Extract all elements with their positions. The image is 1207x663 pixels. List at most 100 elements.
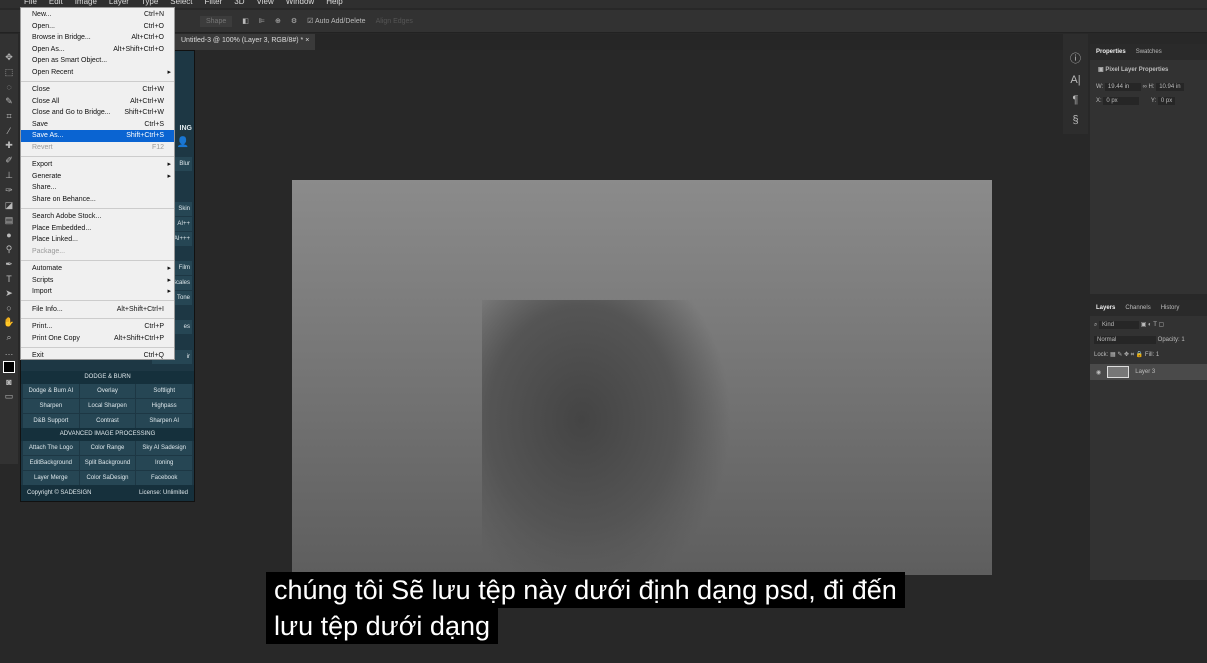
quick-select-icon[interactable]: ✎ (5, 96, 13, 107)
paragraph-icon[interactable]: ¶ (1073, 94, 1079, 106)
menu-item-close[interactable]: Close Ctrl+W (21, 84, 174, 96)
menu-view[interactable]: View (257, 0, 274, 8)
history-brush-icon[interactable]: ✑ (5, 185, 13, 196)
plugin-button[interactable]: Layer Merge (23, 471, 79, 485)
user-icon[interactable]: 👤 (177, 137, 189, 148)
plugin-button[interactable]: Split Background (79, 456, 136, 470)
plugin-button[interactable]: D&B Support (23, 414, 79, 428)
plugin-icon[interactable]: § (1072, 114, 1078, 126)
gear-icon[interactable]: ⚙ (291, 17, 297, 25)
menu-item-package[interactable]: Package... (21, 246, 174, 258)
opacity-label[interactable]: Opacity: 1 (1158, 337, 1185, 343)
stamp-icon[interactable]: ⊥ (5, 170, 13, 181)
auto-add-checkbox[interactable]: ☑ Auto Add/Delete (307, 17, 365, 25)
width-field[interactable]: 19.44 in (1104, 83, 1141, 91)
plugin-button[interactable]: Sharpen (23, 399, 79, 413)
menu-item-place-linked[interactable]: Place Linked... (21, 234, 174, 246)
zoom-icon[interactable]: ⌕ (6, 332, 11, 343)
plugin-button[interactable]: Sharpen AI (136, 414, 192, 428)
plugin-button[interactable]: Ironing (136, 456, 192, 470)
menu-item-save-as[interactable]: Save As... Shift+Ctrl+S (21, 130, 174, 142)
tab-channels[interactable]: Channels (1125, 305, 1150, 311)
menu-filter[interactable]: Filter (205, 0, 223, 8)
plugin-button[interactable]: Color Range (79, 441, 136, 455)
more-icon[interactable]: … (5, 347, 14, 357)
path-select-icon[interactable]: ➤ (5, 288, 13, 299)
color-swatches[interactable] (3, 361, 15, 373)
fill-label[interactable]: Fill: 1 (1145, 352, 1159, 358)
plugin-button[interactable]: EditBackground (23, 456, 79, 470)
shape-button[interactable]: Shape (200, 15, 233, 27)
plugin-button[interactable]: Color SaDesign (79, 471, 136, 485)
menu-item-share[interactable]: Share... (21, 182, 174, 194)
menu-item-search-adobe-stock[interactable]: Search Adobe Stock... (21, 211, 174, 223)
character-icon[interactable]: A| (1070, 74, 1080, 86)
menu-item-generate[interactable]: Generate ▸ (21, 171, 174, 183)
plugin-button[interactable]: Local Sharpen (79, 399, 136, 413)
move-tool-icon[interactable]: ✥ (5, 52, 13, 63)
arrange-icon[interactable]: ⊕ (275, 17, 281, 25)
menu-item-save[interactable]: Save Ctrl+S (21, 119, 174, 131)
menu-item-open-as[interactable]: Open As... Alt+Shift+Ctrl+O (21, 44, 174, 56)
tab-layers[interactable]: Layers (1096, 305, 1115, 311)
plugin-button[interactable]: Contrast (79, 414, 136, 428)
plugin-button[interactable]: Overlay (79, 384, 136, 398)
crop-tool-icon[interactable]: ⌗ (6, 111, 11, 122)
menu-item-file-info[interactable]: File Info... Alt+Shift+Ctrl+I (21, 304, 174, 316)
menu-item-print-one-copy[interactable]: Print One Copy Alt+Shift+Ctrl+P (21, 333, 174, 345)
quick-mask-icon[interactable]: ◙ (6, 377, 11, 387)
dodge-icon[interactable]: ⚲ (6, 244, 13, 255)
menu-item-new[interactable]: New... Ctrl+N (21, 9, 174, 21)
menu-item-share-on-behance[interactable]: Share on Behance... (21, 194, 174, 206)
path-ops-icon[interactable]: ◧ (242, 17, 249, 25)
screen-mode-icon[interactable]: ▭ (5, 391, 14, 402)
align-icon[interactable]: ⊫ (259, 17, 265, 25)
healing-icon[interactable]: ✚ (5, 140, 13, 151)
menu-item-print[interactable]: Print... Ctrl+P (21, 321, 174, 333)
menu-3d[interactable]: 3D (234, 0, 244, 8)
tab-swatches[interactable]: Swatches (1136, 49, 1162, 55)
menu-item-automate[interactable]: Automate ▸ (21, 263, 174, 275)
menu-item-open-recent[interactable]: Open Recent ▸ (21, 67, 174, 79)
marquee-tool-icon[interactable]: ⬚ (5, 67, 14, 78)
brush-icon[interactable]: ✐ (5, 155, 13, 166)
tab-properties[interactable]: Properties (1096, 49, 1126, 55)
hand-icon[interactable]: ✋ (3, 317, 14, 328)
document-tab[interactable]: Untitled-3 @ 100% (Layer 3, RGB/8#) * × (175, 34, 316, 50)
plugin-button[interactable]: Sky AI Sadesign (136, 441, 192, 455)
menu-item-export[interactable]: Export ▸ (21, 159, 174, 171)
blur-icon[interactable]: ● (6, 230, 11, 240)
link-icon[interactable]: ∞ (1143, 84, 1147, 90)
eye-icon[interactable]: ◉ (1096, 369, 1101, 376)
pen-icon[interactable]: ✒ (5, 259, 13, 270)
menu-item-close-and-go-to-bridge[interactable]: Close and Go to Bridge... Shift+Ctrl+W (21, 107, 174, 119)
menu-item-scripts[interactable]: Scripts ▸ (21, 275, 174, 287)
menu-item-place-embedded[interactable]: Place Embedded... (21, 223, 174, 235)
layer-row[interactable]: ◉ Layer 3 (1090, 364, 1207, 380)
kind-filter[interactable]: Kind (1099, 321, 1140, 329)
menu-item-close-all[interactable]: Close All Alt+Ctrl+W (21, 96, 174, 108)
plugin-button[interactable]: Highpass (136, 399, 192, 413)
lasso-tool-icon[interactable]: ◌ (6, 82, 11, 92)
tab-history[interactable]: History (1161, 305, 1180, 311)
menu-item-open[interactable]: Open... Ctrl+O (21, 21, 174, 33)
ellipse-icon[interactable]: ○ (6, 303, 11, 313)
document-canvas[interactable] (292, 180, 992, 575)
blend-mode-select[interactable]: Normal (1094, 336, 1156, 344)
plugin-button[interactable]: Facebook (136, 471, 192, 485)
menu-item-import[interactable]: Import ▸ (21, 286, 174, 298)
x-field[interactable]: 0 px (1103, 97, 1140, 105)
plugin-button[interactable]: Dodge & Burn AI (23, 384, 79, 398)
gradient-icon[interactable]: ▤ (5, 215, 14, 226)
menu-item-revert[interactable]: Revert F12 (21, 142, 174, 154)
eraser-icon[interactable]: ◪ (5, 200, 14, 211)
plugin-button[interactable]: Softlight (136, 384, 192, 398)
menu-help[interactable]: Help (326, 0, 342, 8)
menu-item-open-as-smart-object[interactable]: Open as Smart Object... (21, 55, 174, 67)
eyedropper-icon[interactable]: ⁄ (8, 126, 10, 136)
y-field[interactable]: 0 px (1157, 97, 1176, 105)
plugin-button[interactable]: Attach The Logo (23, 441, 79, 455)
height-field[interactable]: 10.94 in (1156, 83, 1184, 91)
menu-window[interactable]: Window (286, 0, 314, 8)
type-icon[interactable]: T (6, 274, 12, 284)
